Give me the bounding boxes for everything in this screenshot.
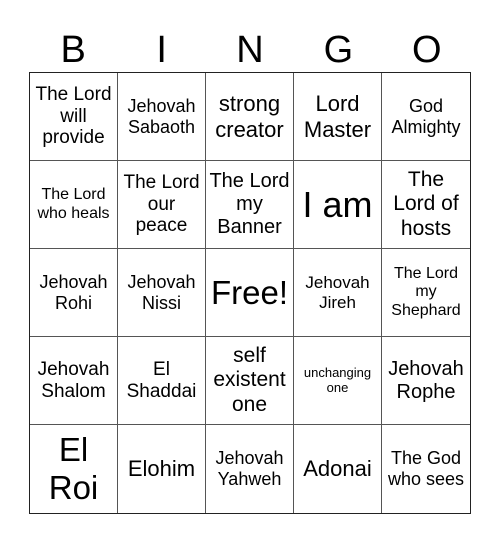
header-letter-n: N bbox=[236, 29, 264, 71]
cell-text: The Lord will provide bbox=[35, 83, 112, 149]
bingo-cell[interactable]: The Lord will provide bbox=[30, 73, 118, 161]
cell-text: El Roi bbox=[48, 431, 99, 506]
cell-text: Jehovah Nissi bbox=[127, 271, 196, 313]
bingo-cell[interactable]: El Roi bbox=[30, 425, 118, 513]
bingo-cell[interactable]: The Lord who heals bbox=[30, 161, 118, 249]
bingo-cell[interactable]: The God who sees bbox=[382, 425, 470, 513]
header-letter-o: O bbox=[412, 29, 442, 71]
cell-text: God Almighty bbox=[391, 95, 461, 137]
cell-text: Jehovah Yahweh bbox=[215, 448, 284, 489]
cell-text: strong creator bbox=[215, 91, 284, 142]
cell-text: Lord Master bbox=[303, 91, 372, 142]
cell-text: Free! bbox=[210, 273, 289, 311]
cell-text: Elohim bbox=[127, 456, 196, 482]
cell-text: Jehovah Jireh bbox=[305, 272, 370, 312]
cell-text: The Lord my Banner bbox=[209, 170, 290, 238]
bingo-cell[interactable]: strong creator bbox=[206, 73, 294, 161]
header-letter-g: G bbox=[323, 29, 354, 71]
cell-text: Jehovah Sabaoth bbox=[127, 95, 196, 137]
bingo-cell[interactable]: unchanging one bbox=[294, 337, 382, 425]
bingo-cell[interactable]: Jehovah Rophe bbox=[382, 337, 470, 425]
header-letter-b: B bbox=[60, 29, 86, 71]
bingo-cell[interactable]: Jehovah Shalom bbox=[30, 337, 118, 425]
bingo-cell[interactable]: The Lord of hosts bbox=[382, 161, 470, 249]
free-space-cell[interactable]: Free! bbox=[206, 249, 294, 337]
bingo-cell[interactable]: Jehovah Yahweh bbox=[206, 425, 294, 513]
bingo-cell[interactable]: The Lord my Banner bbox=[206, 161, 294, 249]
bingo-cell[interactable]: El Shaddai bbox=[118, 337, 206, 425]
bingo-card-grid: The Lord will provide Jehovah Sabaoth st… bbox=[29, 72, 471, 514]
cell-text: El Shaddai bbox=[126, 358, 197, 402]
cell-text: The Lord our peace bbox=[123, 171, 200, 237]
cell-text: The God who sees bbox=[387, 448, 465, 489]
bingo-header: B I N G O bbox=[29, 28, 471, 72]
cell-text: The Lord who heals bbox=[37, 186, 110, 222]
header-letter-i: I bbox=[156, 29, 167, 71]
cell-text: Jehovah Shalom bbox=[37, 358, 110, 402]
cell-text: Jehovah Rohi bbox=[39, 271, 108, 313]
bingo-cell[interactable]: Adonai bbox=[294, 425, 382, 513]
bingo-cell[interactable]: Jehovah Nissi bbox=[118, 249, 206, 337]
bingo-cell[interactable]: Jehovah Rohi bbox=[30, 249, 118, 337]
cell-text: The Lord of hosts bbox=[393, 168, 459, 240]
bingo-cell[interactable]: Lord Master bbox=[294, 73, 382, 161]
bingo-cell[interactable]: Jehovah Sabaoth bbox=[118, 73, 206, 161]
bingo-cell[interactable]: self existent one bbox=[206, 337, 294, 425]
cell-text: Adonai bbox=[303, 456, 372, 482]
cell-text: self existent one bbox=[213, 344, 286, 416]
cell-text: unchanging one bbox=[303, 364, 372, 395]
cell-text: Jehovah Rophe bbox=[388, 357, 464, 403]
bingo-cell[interactable]: The Lord my Shephard bbox=[382, 249, 470, 337]
cell-text: I am bbox=[302, 183, 373, 225]
bingo-cell[interactable]: Jehovah Jireh bbox=[294, 249, 382, 337]
bingo-cell[interactable]: I am bbox=[294, 161, 382, 249]
cell-text: The Lord my Shephard bbox=[391, 264, 461, 319]
bingo-cell[interactable]: God Almighty bbox=[382, 73, 470, 161]
bingo-cell[interactable]: The Lord our peace bbox=[118, 161, 206, 249]
bingo-cell[interactable]: Elohim bbox=[118, 425, 206, 513]
